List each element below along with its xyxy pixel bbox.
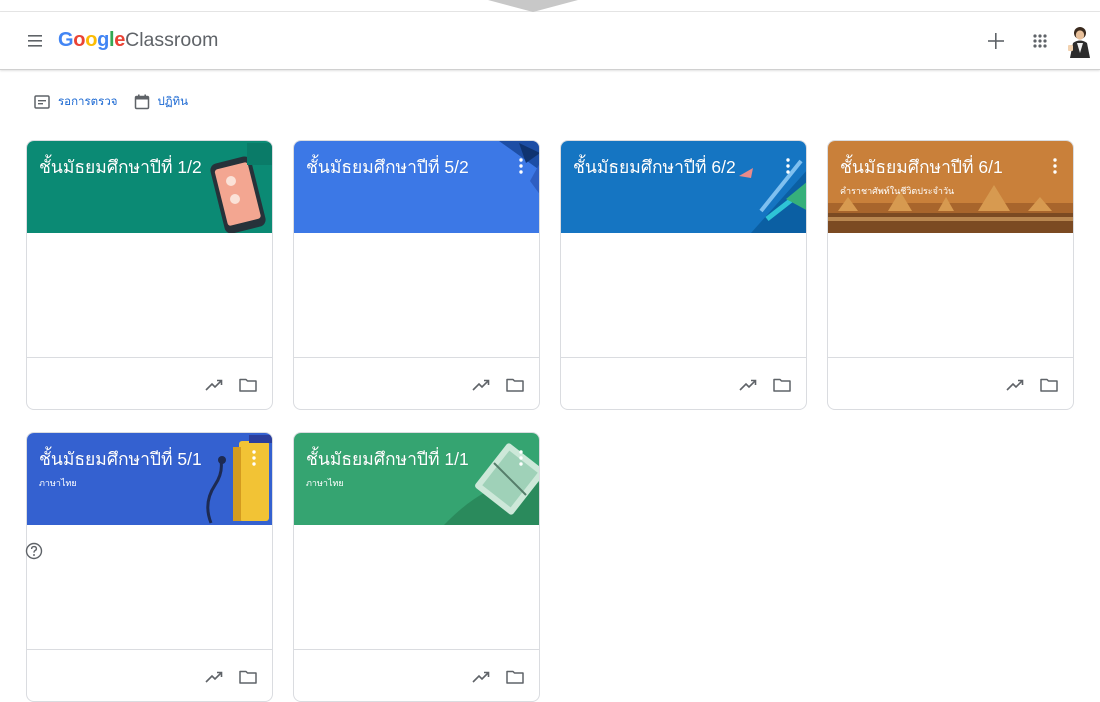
trending-up-icon[interactable]: [738, 375, 758, 395]
card-footer: [27, 649, 272, 701]
card-footer: [828, 357, 1073, 409]
brand-product: Classroom: [125, 29, 219, 51]
class-title[interactable]: ชั้นมัธยมศึกษาปีที่ 1/1: [306, 448, 469, 470]
more-vert-icon[interactable]: [513, 155, 529, 177]
card-footer: [294, 357, 539, 409]
todo-list-icon: [34, 95, 50, 109]
plus-icon[interactable]: [984, 29, 1008, 53]
folder-icon[interactable]: [238, 667, 258, 687]
brand-google: Google: [58, 29, 126, 51]
folder-icon[interactable]: [1039, 375, 1059, 395]
trending-up-icon[interactable]: [471, 375, 491, 395]
calendar-label: ปฏิทิน: [157, 96, 188, 108]
class-title[interactable]: ชั้นมัธยมศึกษาปีที่ 1/2: [39, 156, 202, 178]
folder-icon[interactable]: [238, 375, 258, 395]
card-banner[interactable]: ชั้นมัธยมศึกษาปีที่ 1/2: [27, 141, 272, 233]
class-card[interactable]: ชั้นมัธยมศึกษาปีที่ 1/1 ภาษาไทย: [293, 432, 540, 702]
more-vert-icon[interactable]: [780, 155, 796, 177]
card-footer: [294, 649, 539, 701]
trending-up-icon[interactable]: [204, 667, 224, 687]
card-banner[interactable]: ชั้นมัธยมศึกษาปีที่ 5/1 ภาษาไทย: [27, 433, 272, 525]
banner-illustration: [739, 159, 806, 233]
more-vert-icon[interactable]: [1047, 155, 1063, 177]
class-card[interactable]: ชั้นมัธยมศึกษาปีที่ 5/2: [293, 140, 540, 410]
class-title[interactable]: ชั้นมัธยมศึกษาปีที่ 6/1: [840, 156, 1003, 178]
class-card[interactable]: ชั้นมัธยมศึกษาปีที่ 1/2: [26, 140, 273, 410]
card-footer: [27, 357, 272, 409]
hamburger-menu-icon[interactable]: [26, 31, 46, 51]
todo-label: รอการตรวจ: [58, 96, 118, 108]
class-title[interactable]: ชั้นมัธยมศึกษาปีที่ 5/2: [306, 156, 469, 178]
class-card[interactable]: ชั้นมัธยมศึกษาปีที่ 6/2: [560, 140, 807, 410]
card-footer: [561, 357, 806, 409]
card-banner[interactable]: ชั้นมัธยมศึกษาปีที่ 1/1 ภาษาไทย: [294, 433, 539, 525]
apps-grid-icon[interactable]: [1028, 29, 1052, 53]
app-bar: GoogleClassroom: [0, 12, 1100, 70]
top-strip: [0, 0, 1100, 12]
class-title[interactable]: ชั้นมัธยมศึกษาปีที่ 5/1: [39, 448, 202, 470]
folder-icon[interactable]: [772, 375, 792, 395]
banner-illustration: [499, 141, 539, 194]
class-title[interactable]: ชั้นมัธยมศึกษาปีที่ 6/2: [573, 156, 736, 178]
trending-up-icon[interactable]: [1005, 375, 1025, 395]
card-banner[interactable]: ชั้นมัธยมศึกษาปีที่ 5/2: [294, 141, 539, 233]
trending-up-icon[interactable]: [204, 375, 224, 395]
todo-link[interactable]: รอการตรวจ: [34, 93, 118, 111]
avatar[interactable]: [1064, 25, 1096, 59]
class-section: คำราชาศัพท์ในชีวิตประจำวัน: [840, 186, 955, 196]
more-vert-icon[interactable]: [513, 447, 529, 469]
card-banner[interactable]: ชั้นมัธยมศึกษาปีที่ 6/1 คำราชาศัพท์ในชีวิ…: [828, 141, 1073, 233]
app-logo[interactable]: GoogleClassroom: [58, 28, 218, 52]
class-card[interactable]: ชั้นมัธยมศึกษาปีที่ 6/1 คำราชาศัพท์ในชีวิ…: [827, 140, 1074, 410]
folder-icon[interactable]: [505, 667, 525, 687]
calendar-link[interactable]: ปฏิทิน: [134, 93, 188, 111]
class-section: ภาษาไทย: [39, 478, 77, 488]
banner-illustration: [210, 143, 272, 233]
top-decoration: [488, 0, 578, 12]
trending-up-icon[interactable]: [471, 667, 491, 687]
secondary-nav: รอการตรวจ ปฏิทิน: [34, 92, 204, 112]
class-card[interactable]: ชั้นมัธยมศึกษาปีที่ 5/1 ภาษาไทย: [26, 432, 273, 702]
class-section: ภาษาไทย: [306, 478, 344, 488]
folder-icon[interactable]: [505, 375, 525, 395]
more-vert-icon[interactable]: [246, 447, 262, 469]
card-banner[interactable]: ชั้นมัธยมศึกษาปีที่ 6/2: [561, 141, 806, 233]
help-icon[interactable]: [25, 542, 43, 560]
calendar-icon: [134, 94, 149, 110]
